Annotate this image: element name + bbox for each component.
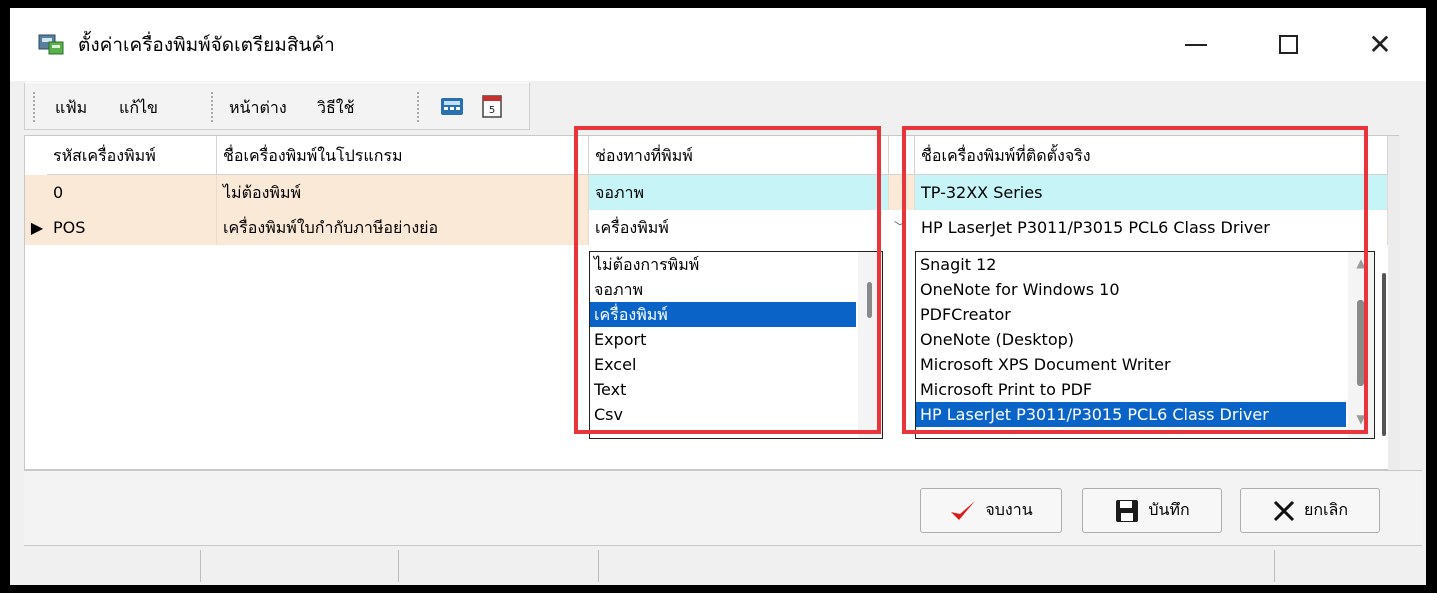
header-printer-code[interactable]: รหัสเครื่องพิมพ์ — [47, 136, 217, 175]
finish-button[interactable]: จบงาน — [920, 488, 1062, 533]
list-item-selected[interactable]: เครื่องพิมพ์ — [590, 302, 856, 327]
header-spacer — [889, 136, 915, 175]
status-bar — [24, 546, 1422, 585]
menu-edit[interactable]: แก้ไข — [119, 96, 158, 121]
maximize-icon — [1278, 35, 1298, 54]
menu-file[interactable]: แฟ้ม — [55, 96, 87, 121]
list-item[interactable]: จอภาพ — [590, 277, 882, 302]
list-item[interactable]: PDFCreator — [916, 302, 1374, 327]
printer-grid: รหัสเครื่องพิมพ์ ชื่อเครื่องพิมพ์ในโปรแก… — [24, 135, 1400, 471]
menu-help[interactable]: วิธีใช้ — [317, 96, 354, 121]
checkmark-icon — [951, 500, 976, 520]
list-item[interactable]: Microsoft XPS Document Writer — [916, 352, 1374, 377]
menu-toolbar: แฟ้ม แก้ไข หน้าต่าง วิธีใช้ 5 — [24, 82, 530, 130]
list-item[interactable]: Snagit 12 — [916, 252, 1374, 277]
toolbar-grip[interactable] — [33, 92, 36, 122]
button-bar: จบงาน บันทึก ยกเลิก — [24, 470, 1422, 546]
title-bar[interactable]: ตั้งค่าเครื่องพิมพ์จัดเตรียมสินค้า ✕ — [10, 8, 1426, 81]
cell-print-channel[interactable]: จอภาพ — [589, 175, 889, 210]
cell-printer-code[interactable]: 0 — [47, 175, 217, 210]
table-row[interactable]: ▶ POS เครื่องพิมพ์ใบกำกับภาษีอย่างย่อ เค… — [25, 210, 1388, 245]
cell-printer-name[interactable]: ไม่ต้องพิมพ์ — [217, 175, 589, 210]
window-frame: ตั้งค่าเครื่องพิมพ์จัดเตรียมสินค้า ✕ แฟ้… — [0, 0, 1437, 593]
list-item[interactable]: Excel — [590, 352, 882, 377]
list-item[interactable]: Export — [590, 327, 882, 352]
grid-scroll-thumb[interactable] — [1382, 273, 1386, 436]
calendar-icon[interactable]: 5 — [479, 93, 505, 119]
scroll-down-icon[interactable]: ▼ — [1349, 412, 1373, 426]
menu-window[interactable]: หน้าต่าง — [229, 96, 287, 121]
close-button[interactable]: ✕ — [1334, 8, 1426, 81]
save-button[interactable]: บันทึก — [1082, 488, 1222, 533]
list-item[interactable]: Text — [590, 377, 882, 402]
cell-installed-printer[interactable]: TP-32XX Series — [915, 175, 1388, 210]
svg-text:5: 5 — [489, 105, 495, 116]
channel-dropdown-list[interactable]: ไม่ต้องการพิมพ์ จอภาพ เครื่องพิมพ์ Expor… — [589, 251, 883, 439]
cell-printer-code[interactable]: POS — [47, 210, 217, 245]
printer-setup-icon — [38, 34, 64, 55]
save-button-label: บันทึก — [1148, 500, 1190, 519]
dialog-window: ตั้งค่าเครื่องพิมพ์จัดเตรียมสินค้า ✕ แฟ้… — [10, 8, 1426, 585]
save-disk-icon — [1116, 499, 1139, 522]
status-divider — [598, 550, 599, 582]
row-indicator-cell — [25, 175, 47, 210]
status-divider — [398, 550, 399, 582]
current-row-indicator-icon: ▶ — [30, 218, 44, 237]
minimize-icon — [1185, 43, 1207, 46]
chevron-down-icon[interactable]: ﹀ — [889, 210, 911, 245]
cell-spacer — [889, 175, 915, 210]
header-print-channel[interactable]: ช่องทางที่พิมพ์ — [589, 136, 889, 175]
list-item[interactable]: OneNote for Windows 10 — [916, 277, 1374, 302]
window-title: ตั้งค่าเครื่องพิมพ์จัดเตรียมสินค้า — [78, 34, 335, 56]
cancel-button-label: ยกเลิก — [1303, 500, 1349, 519]
scroll-up-icon[interactable]: ▲ — [1349, 256, 1373, 270]
toolbar-grip[interactable] — [417, 92, 420, 122]
cell-printer-name[interactable]: เครื่องพิมพ์ใบกำกับภาษีอย่างย่อ — [217, 210, 589, 245]
header-printer-name[interactable]: ชื่อเครื่องพิมพ์ในโปรแกรม — [217, 136, 589, 175]
finish-button-label: จบงาน — [985, 500, 1033, 519]
list-item[interactable]: ไม่ต้องการพิมพ์ — [590, 252, 882, 277]
device-combo-input[interactable]: HP LaserJet P3011/P3015 PCL6 Class Drive… — [915, 210, 1388, 245]
minimize-button[interactable] — [1150, 8, 1242, 81]
channel-combo-input[interactable]: เครื่องพิมพ์ — [589, 210, 889, 245]
row-indicator-cell: ▶ — [25, 210, 47, 245]
device-dropdown-list[interactable]: Snagit 12 OneNote for Windows 10 PDFCrea… — [915, 251, 1375, 439]
list-item[interactable]: Csv — [590, 402, 882, 427]
scroll-thumb[interactable] — [1357, 300, 1364, 386]
cancel-x-icon — [1273, 500, 1295, 521]
status-divider — [1274, 550, 1275, 582]
maximize-button[interactable] — [1242, 8, 1334, 81]
toolbar-grip[interactable] — [211, 92, 214, 122]
list-item[interactable]: OneNote (Desktop) — [916, 327, 1374, 352]
calculator-icon[interactable] — [439, 93, 465, 119]
scroll-thumb[interactable] — [867, 282, 872, 318]
grid-scrollbar-track[interactable] — [1388, 136, 1400, 471]
close-icon: ✕ — [1368, 27, 1392, 61]
table-row[interactable]: 0 ไม่ต้องพิมพ์ จอภาพ TP-32XX Series — [25, 175, 1388, 210]
list-item[interactable]: Microsoft Print to PDF — [916, 377, 1374, 402]
header-installed-printer[interactable]: ชื่อเครื่องพิมพ์ที่ติดตั้งจริง — [915, 136, 1388, 175]
device-scrollbar[interactable]: ▲ ▼ — [1348, 252, 1374, 438]
status-divider — [200, 550, 201, 582]
channel-scrollbar[interactable] — [858, 252, 882, 438]
cancel-button[interactable]: ยกเลิก — [1240, 488, 1380, 533]
list-item-selected[interactable]: HP LaserJet P3011/P3015 PCL6 Class Drive… — [916, 402, 1346, 427]
